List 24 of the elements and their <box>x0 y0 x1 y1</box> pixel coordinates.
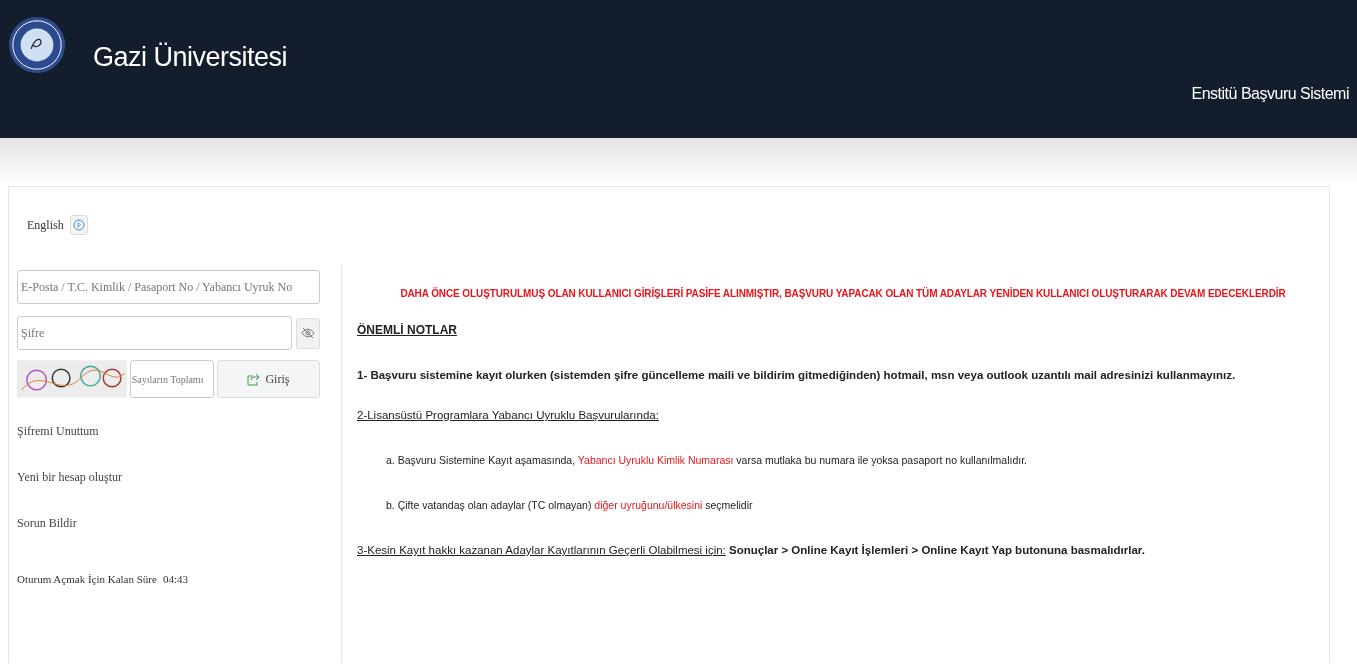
notes-heading: ÖNEMLİ NOTLAR <box>357 323 458 337</box>
note-text: 1- Başvuru sistemine kayıt olurken (sistemden şifre güncelleme maili ve bildirim gitmediğinden) hotmail, msn veya outlook uzantılı mail adresinizi kullanmayınız. <box>357 369 1236 381</box>
language-switch-button[interactable] <box>69 215 88 235</box>
sidebar-link[interactable]: Yeni bir hesap oluştur <box>17 470 123 485</box>
note-heading: 2-Lisansüstü Programlara Yabancı Uyruklu Başvurularında: <box>357 409 659 421</box>
announcement-text: DAHA ÖNCE OLUŞTURULMUŞ OLAN KULLANICI GİRİŞLERİ PASİFE ALINMIŞTIR, BAŞVURU YAPACAK OLAN TÜM ADAYLAR YENİDEN KULLANICI OLUŞTURARAK DEVAM EDECEKLERDİR <box>399 288 1287 299</box>
system-name: Enstitü Başvuru Sistemi <box>1191 85 1349 103</box>
password-field[interactable]: Şifre <box>17 316 292 350</box>
sidebar-link[interactable]: Şifremi Unuttum <box>17 424 99 439</box>
eye-slash-icon <box>301 326 315 340</box>
note-text: 3-Kesin Kayıt hakkı kazanan Adaylar Kayıtlarının Geçerli Olabilmesi için: Sonuçlar > Online Kayıt İşlemleri > Online Kayıt Yap butonuna basmalıdırlar. <box>357 544 1145 556</box>
username-field[interactable]: E-Posta / T.C. Kimlik / Pasaport No / Yabancı Uyruk No <box>17 270 320 304</box>
share-icon <box>247 372 261 386</box>
note-text: a. Başvuru Sistemine Kayıt aşamasında, Yabancı Uyruklu Kimlik Numarası varsa mutlaka bu numara ile yoksa pasaport no kullanılmalıdır. <box>386 454 1027 466</box>
note-text: b. Çifte vatandaş olan adaylar (TC olmayan) diğer uyruğunu/ülkesini seçmelidir <box>386 499 753 511</box>
session-timer-value: 04:43 <box>162 573 188 585</box>
session-timer-label: Oturum Açmak İçin Kalan Süre <box>17 573 157 585</box>
captcha-answer-field[interactable]: Sayıların Toplamı <box>129 360 214 398</box>
login-button[interactable]: Giriş <box>216 360 320 398</box>
language-link[interactable]: English <box>27 217 64 233</box>
play-circle-icon <box>72 219 85 231</box>
sidebar-link[interactable]: Sorun Bildir <box>17 516 77 531</box>
toggle-password-button[interactable] <box>296 317 320 349</box>
site-title: Gazi Üniversitesi <box>93 42 288 73</box>
